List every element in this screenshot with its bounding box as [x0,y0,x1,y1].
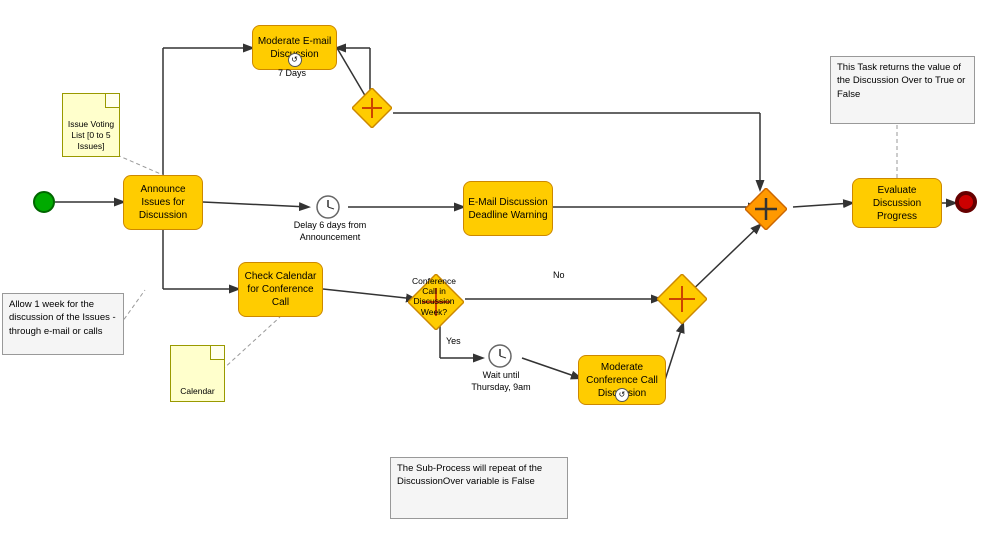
timer-wait [488,344,512,368]
end-event [955,191,977,213]
annotation-allow-week: Allow 1 week for the discussion of the I… [2,293,124,355]
timer-wait-label: Wait until Thursday, 9am [466,370,536,393]
gateway-conference [408,274,464,330]
note-calendar: Calendar [170,345,225,402]
bpmn-diagram: Announce Issues for Discussion Moderate … [0,0,1006,536]
loop-marker2: ↺ [615,388,629,402]
task-email-deadline[interactable]: E-Mail Discussion Deadline Warning [463,181,553,236]
task-check-calendar[interactable]: Check Calendar for Conference Call [238,262,323,317]
annotation-subprocess: The Sub-Process will repeat of the Discu… [390,457,568,519]
annotation-returns-value: This Task returns the value of the Discu… [830,56,975,124]
label-no: No [553,270,565,280]
timer-delay-label: Delay 6 days from Announcement [290,220,370,243]
gateway-email [352,88,392,128]
task-evaluate[interactable]: Evaluate Discussion Progress [852,178,942,228]
task-moderate-email[interactable]: Moderate E-mail Discussion ↺ [252,25,337,70]
timer-delay [316,195,340,219]
loop-marker: ↺ [288,53,302,67]
start-event [33,191,55,213]
task-announce[interactable]: Announce Issues for Discussion [123,175,203,230]
note-voting-list: Issue Voting List [0 to 5 Issues] [62,93,120,157]
gateway-parallel [745,188,787,230]
gateway-no [657,274,707,324]
label-yes: Yes [446,336,461,346]
task-moderate-call[interactable]: Moderate Conference Call Discussion ↺ [578,355,666,405]
label-7days: 7 Days [278,68,306,78]
